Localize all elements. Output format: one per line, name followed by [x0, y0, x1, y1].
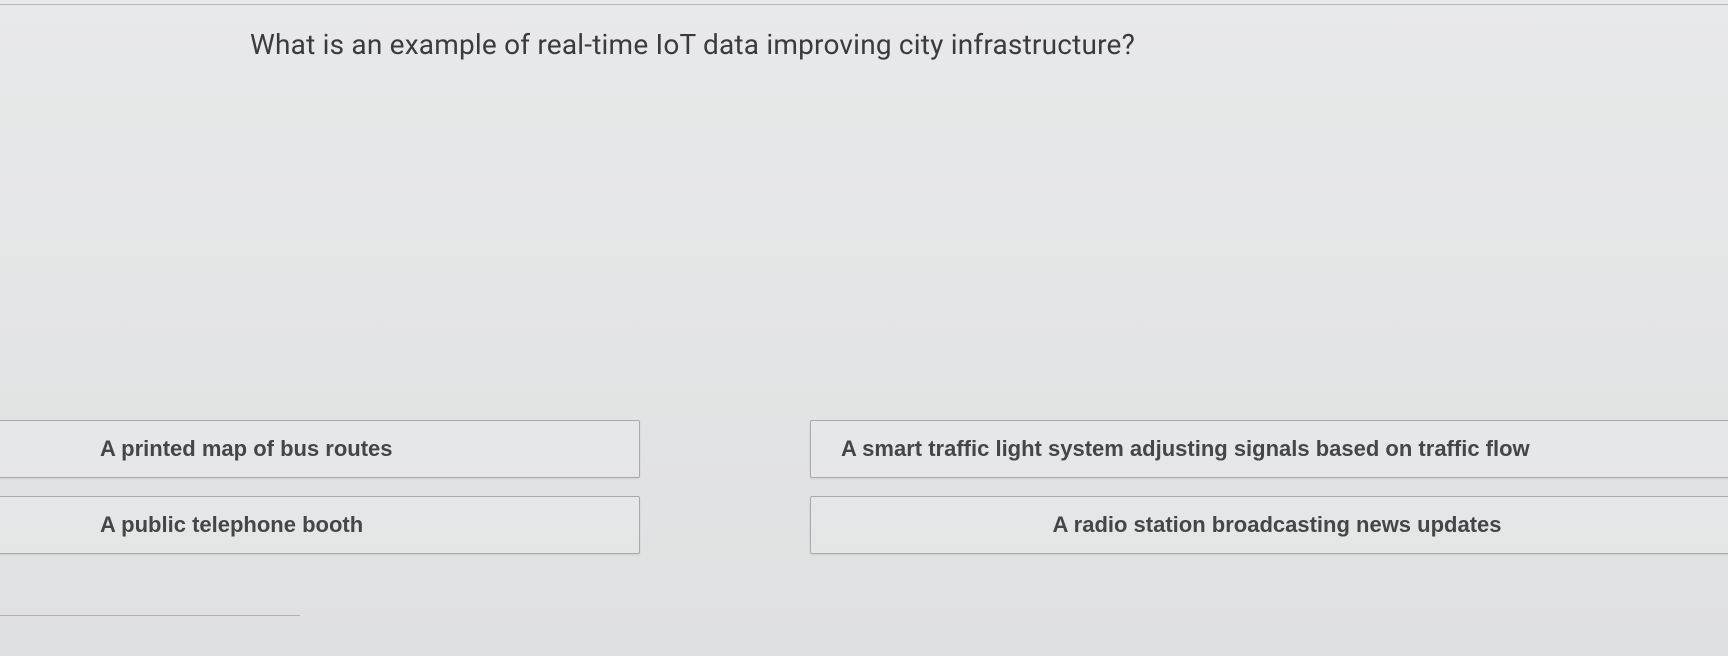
options-column-right: A smart traffic light system adjusting s…	[810, 420, 1728, 554]
option-smart-traffic[interactable]: A smart traffic light system adjusting s…	[810, 420, 1728, 478]
question-text: What is an example of real-time IoT data…	[250, 28, 1135, 61]
option-telephone-booth[interactable]: A public telephone booth	[0, 496, 640, 554]
options-area: A printed map of bus routes A public tel…	[0, 420, 1728, 554]
option-radio-station[interactable]: A radio station broadcasting news update…	[810, 496, 1728, 554]
bottom-divider	[0, 615, 300, 616]
option-printed-map[interactable]: A printed map of bus routes	[0, 420, 640, 478]
options-column-left: A printed map of bus routes A public tel…	[0, 420, 640, 554]
top-divider	[0, 4, 1728, 5]
